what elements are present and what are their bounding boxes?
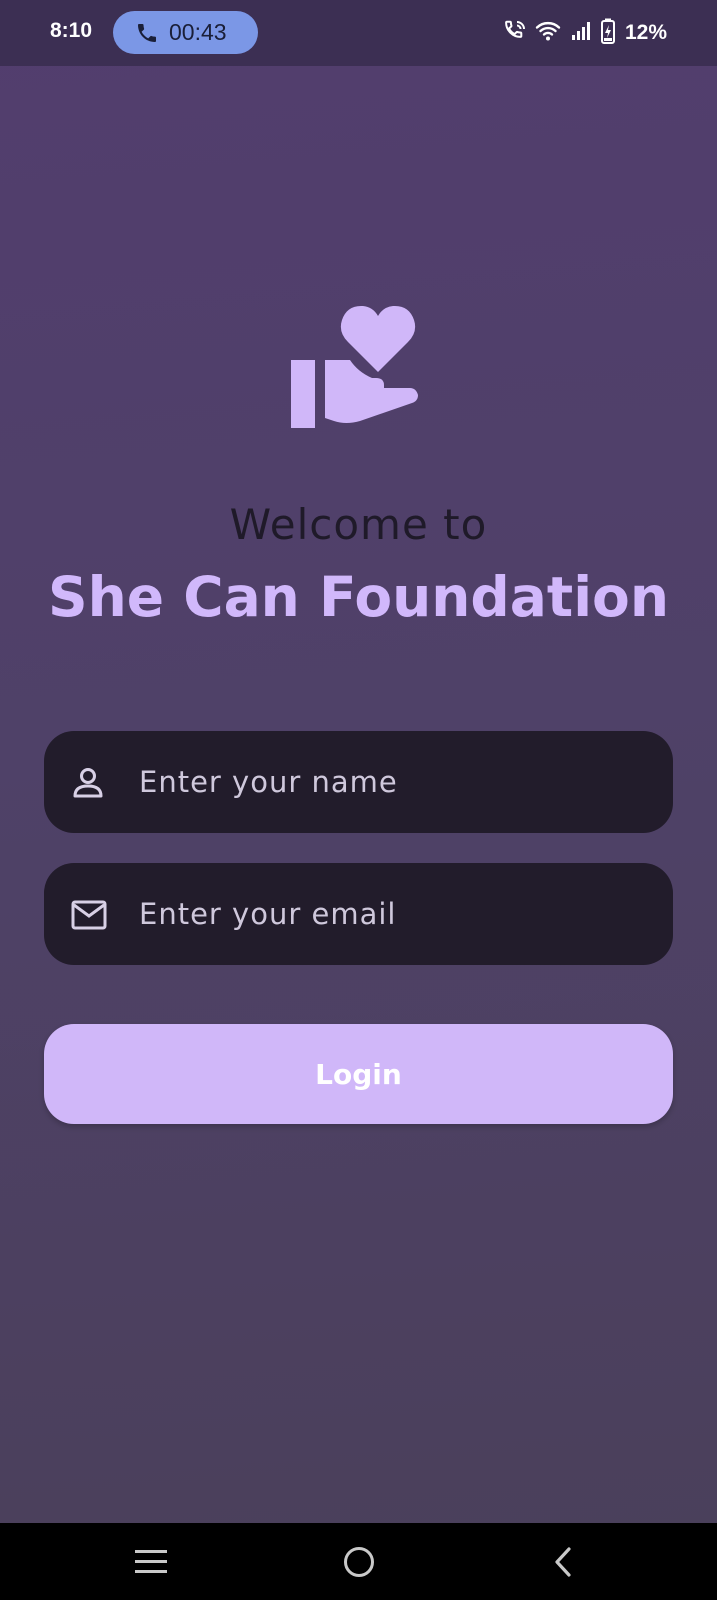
organization-title: She Can Foundation: [47, 565, 669, 629]
home-icon[interactable]: [314, 1523, 404, 1600]
email-input[interactable]: [139, 863, 649, 965]
login-screen: 8:10 00:43 12% Welcome to She Can Founda…: [0, 0, 717, 1600]
status-icons: 12%: [503, 18, 667, 48]
status-bar: 8:10 00:43 12%: [0, 0, 717, 66]
welcome-heading: Welcome to: [229, 500, 488, 549]
ongoing-call-pill[interactable]: 00:43: [113, 11, 258, 54]
wifi-calling-icon: [503, 19, 527, 47]
back-icon[interactable]: [518, 1523, 608, 1600]
login-button[interactable]: Login: [44, 1024, 673, 1124]
battery-charging-icon: [600, 18, 615, 48]
phone-icon: [135, 21, 159, 45]
navigation-bar: [0, 1523, 717, 1600]
heart-in-hand-icon: [288, 300, 423, 430]
name-input[interactable]: [139, 731, 649, 833]
menu-icon[interactable]: [106, 1523, 196, 1600]
signal-icon: [569, 19, 593, 47]
status-time: 8:10: [50, 19, 93, 42]
name-field[interactable]: [44, 731, 673, 833]
wifi-icon: [535, 19, 561, 47]
battery-percent: 12%: [624, 21, 667, 44]
person-icon: [70, 765, 106, 805]
email-field[interactable]: [44, 863, 673, 965]
mail-icon: [70, 897, 108, 937]
call-duration: 00:43: [169, 19, 227, 45]
